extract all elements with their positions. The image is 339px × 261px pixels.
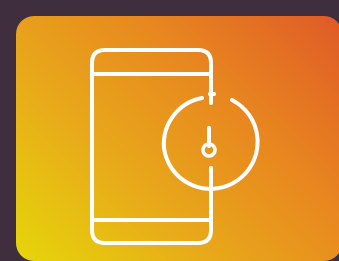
phone-outline bbox=[90, 48, 213, 245]
phone-timer-icon bbox=[0, 0, 339, 258]
